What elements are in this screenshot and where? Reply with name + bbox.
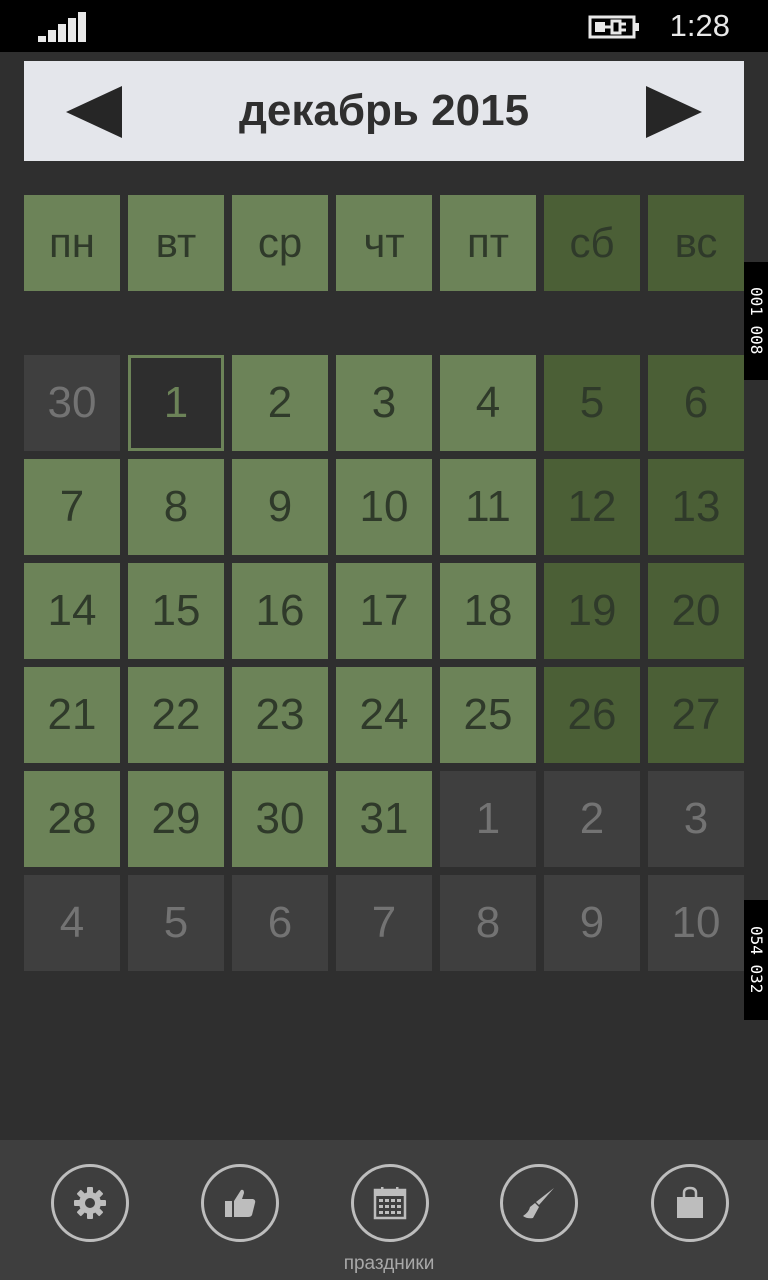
day-cell-weekend[interactable]: 12 (544, 459, 640, 555)
weekday-friday: пт (440, 195, 536, 291)
week-row-3: 14 15 16 17 18 19 20 (24, 563, 748, 659)
week-row-6: 4 5 6 7 8 9 10 (24, 875, 748, 971)
settings-button[interactable] (51, 1164, 129, 1242)
day-cell-next-month[interactable]: 2 (544, 771, 640, 867)
side-label-top: 001 008 (744, 262, 768, 380)
day-cell-weekend[interactable]: 27 (648, 667, 744, 763)
next-month-button[interactable] (644, 86, 704, 138)
day-cell-next-month[interactable]: 6 (232, 875, 328, 971)
day-cell[interactable]: 22 (128, 667, 224, 763)
theme-button[interactable] (500, 1164, 578, 1242)
day-cell-next-month[interactable]: 10 (648, 875, 744, 971)
status-bar: 1:28 (0, 0, 768, 52)
day-cell[interactable]: 21 (24, 667, 120, 763)
holidays-button[interactable] (351, 1164, 429, 1242)
day-cell-weekend[interactable]: 13 (648, 459, 744, 555)
day-cell[interactable]: 4 (440, 355, 536, 451)
calendar-icon (373, 1187, 407, 1220)
gear-icon (74, 1187, 106, 1219)
brush-icon (523, 1188, 554, 1219)
side-label-bottom: 054 032 (744, 900, 768, 1020)
clock: 1:28 (669, 8, 730, 43)
day-cell[interactable]: 9 (232, 459, 328, 555)
weekday-header-row: пн вт ср чт пт сб вс (24, 195, 748, 291)
day-cell-next-month[interactable]: 3 (648, 771, 744, 867)
day-cell-next-month[interactable]: 9 (544, 875, 640, 971)
day-cell[interactable]: 25 (440, 667, 536, 763)
day-cell[interactable]: 8 (128, 459, 224, 555)
day-cell[interactable]: 16 (232, 563, 328, 659)
weekday-thursday: чт (336, 195, 432, 291)
store-button[interactable] (651, 1164, 729, 1242)
rate-button[interactable] (201, 1164, 279, 1242)
day-cell-weekend[interactable]: 26 (544, 667, 640, 763)
week-row-1: 30 1 2 3 4 5 6 (24, 355, 748, 451)
day-cell[interactable]: 23 (232, 667, 328, 763)
day-cell[interactable]: 2 (232, 355, 328, 451)
day-cell-next-month[interactable]: 1 (440, 771, 536, 867)
day-cell-weekend[interactable]: 20 (648, 563, 744, 659)
day-cell[interactable]: 7 (24, 459, 120, 555)
month-title: декабрь 2015 (238, 86, 530, 135)
day-cell-weekend[interactable]: 5 (544, 355, 640, 451)
day-cell-next-month[interactable]: 8 (440, 875, 536, 971)
triangle-right-icon (646, 86, 702, 138)
holidays-button-label: праздники (343, 1253, 435, 1274)
day-cell[interactable]: 29 (128, 771, 224, 867)
day-cell[interactable]: 18 (440, 563, 536, 659)
day-cell-weekend[interactable]: 19 (544, 563, 640, 659)
month-header: декабрь 2015 (24, 61, 744, 161)
previous-month-button[interactable] (64, 86, 124, 138)
day-cell-today[interactable]: 1 (128, 355, 224, 451)
day-cell[interactable]: 15 (128, 563, 224, 659)
shopping-bag-icon (677, 1186, 703, 1218)
day-cell[interactable]: 11 (440, 459, 536, 555)
day-cell-weekend[interactable]: 6 (648, 355, 744, 451)
day-cell[interactable]: 30 (232, 771, 328, 867)
thumbs-up-icon (225, 1189, 256, 1217)
weekday-wednesday: ср (232, 195, 328, 291)
day-cell[interactable]: 17 (336, 563, 432, 659)
weekday-tuesday: вт (128, 195, 224, 291)
day-cell-next-month[interactable]: 5 (128, 875, 224, 971)
week-row-4: 21 22 23 24 25 26 27 (24, 667, 748, 763)
app-bar: праздники (0, 1140, 768, 1280)
day-cell[interactable]: 14 (24, 563, 120, 659)
day-cell[interactable]: 10 (336, 459, 432, 555)
week-row-2: 7 8 9 10 11 12 13 (24, 459, 748, 555)
day-cell[interactable]: 31 (336, 771, 432, 867)
triangle-left-icon (66, 86, 122, 138)
day-cell-next-month[interactable]: 4 (24, 875, 120, 971)
signal-strength-icon (38, 12, 86, 42)
day-cell-next-month[interactable]: 7 (336, 875, 432, 971)
day-cell[interactable]: 24 (336, 667, 432, 763)
week-row-5: 28 29 30 31 1 2 3 (24, 771, 748, 867)
day-cell[interactable]: 28 (24, 771, 120, 867)
weekday-sunday: вс (648, 195, 744, 291)
day-cell[interactable]: 3 (336, 355, 432, 451)
weekday-saturday: сб (544, 195, 640, 291)
day-cell-prev-month[interactable]: 30 (24, 355, 120, 451)
weekday-monday: пн (24, 195, 120, 291)
battery-charging-icon (588, 14, 642, 40)
